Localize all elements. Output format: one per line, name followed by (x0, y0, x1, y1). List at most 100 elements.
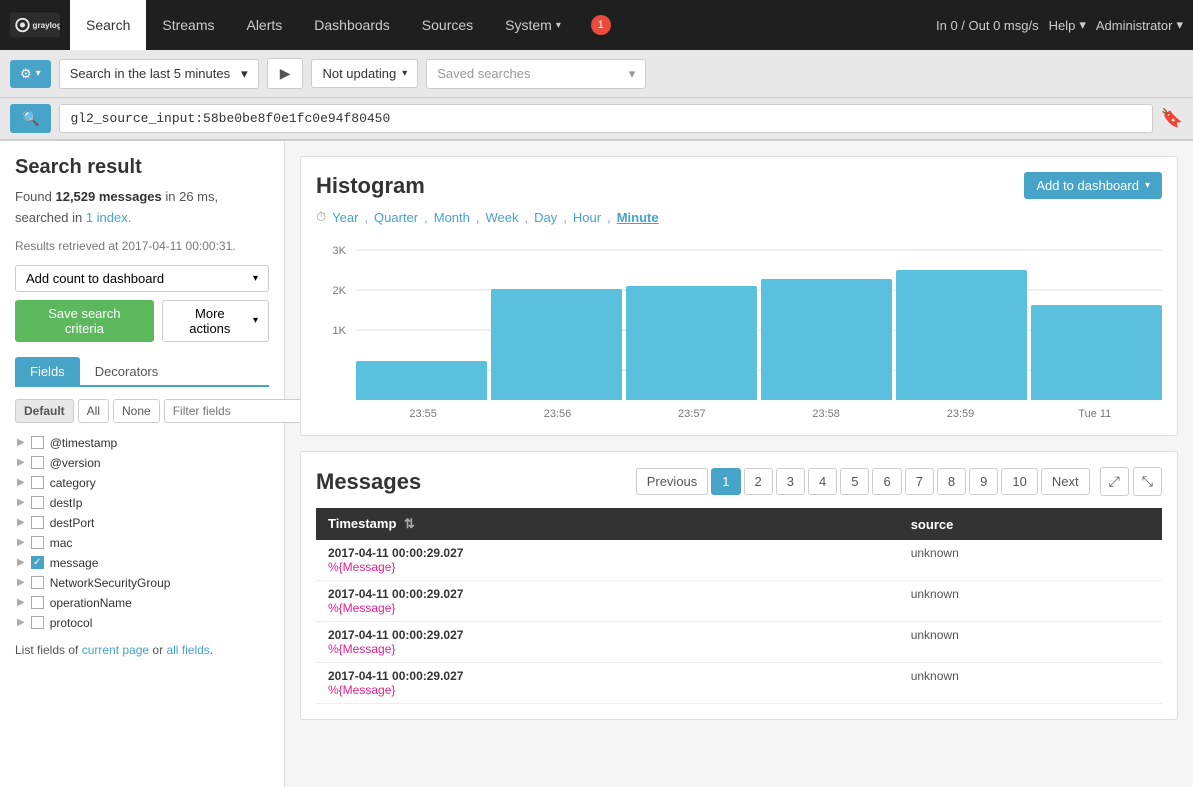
page-button[interactable]: 8 (937, 468, 966, 495)
field-expand-icon[interactable]: ▶ (17, 477, 25, 488)
page-button[interactable]: 5 (840, 468, 869, 495)
page-button[interactable]: 4 (808, 468, 837, 495)
field-expand-icon[interactable]: ▶ (17, 617, 25, 628)
expand-buttons: ⤢ ⤡ (1100, 467, 1162, 496)
field-checkbox[interactable] (31, 596, 44, 609)
message-count: 12,529 messages (55, 189, 161, 204)
svg-text:3K: 3K (333, 245, 347, 257)
field-checkbox[interactable] (31, 616, 44, 629)
field-expand-icon[interactable]: ▶ (17, 457, 25, 468)
nav-system[interactable]: System ▾ (489, 0, 577, 50)
saved-searches-caret-icon: ▾ (629, 66, 636, 82)
nav-dashboards[interactable]: Dashboards (298, 0, 406, 50)
message-link[interactable]: %{Message} (328, 683, 395, 697)
page-button[interactable]: 1 (711, 468, 740, 495)
field-checkbox[interactable]: ✓ (31, 556, 44, 569)
field-expand-icon[interactable]: ▶ (17, 437, 25, 448)
field-name: NetworkSecurityGroup (50, 576, 171, 590)
time-link-day[interactable]: Day (534, 210, 557, 225)
histogram-bar[interactable] (1031, 305, 1162, 400)
filter-all-button[interactable]: All (78, 399, 109, 423)
field-checkbox[interactable] (31, 456, 44, 469)
more-actions-button[interactable]: More actions ▾ (162, 300, 269, 342)
message-link[interactable]: %{Message} (328, 560, 395, 574)
saved-searches-dropdown[interactable]: Saved searches ▾ (426, 59, 646, 89)
add-to-dashboard-button[interactable]: Add to dashboard ▾ (1024, 172, 1162, 199)
histogram-bar[interactable] (761, 279, 892, 400)
page-button[interactable]: 7 (905, 468, 934, 495)
system-caret-icon: ▾ (556, 20, 561, 31)
histogram-bar[interactable] (356, 361, 487, 400)
help-link[interactable]: Help ▾ (1049, 17, 1086, 33)
search-button[interactable]: 🔍 (10, 104, 51, 133)
tab-decorators[interactable]: Decorators (80, 357, 174, 385)
page-button[interactable]: 6 (872, 468, 901, 495)
field-checkbox[interactable] (31, 436, 44, 449)
field-name: @timestamp (50, 436, 118, 450)
nav-streams[interactable]: Streams (146, 0, 230, 50)
time-link-week[interactable]: Week (486, 210, 519, 225)
message-link[interactable]: %{Message} (328, 601, 395, 615)
histogram-chart: 3K 2K 1K 23:5523:5623:5723:5823:59Tue 11 (316, 240, 1162, 420)
query-input[interactable] (59, 104, 1152, 133)
clock-icon: ⚙ (20, 66, 32, 82)
nav-alerts[interactable]: Alerts (230, 0, 298, 50)
time-link-quarter[interactable]: Quarter (374, 210, 418, 225)
field-expand-icon[interactable]: ▶ (17, 557, 25, 568)
all-fields-link[interactable]: all fields (166, 643, 209, 657)
search-toolbar: ⚙ ▾ Search in the last 5 minutes ▾ ▶ Not… (0, 50, 1193, 98)
list-item: ▶ category (15, 473, 269, 493)
tab-fields[interactable]: Fields (15, 357, 80, 385)
bookmark-button[interactable]: 🔖 (1161, 108, 1183, 129)
play-button[interactable]: ▶ (267, 58, 304, 89)
page-button[interactable]: 2 (744, 468, 773, 495)
bar-label: 23:55 (356, 408, 490, 420)
field-checkbox[interactable] (31, 476, 44, 489)
page-button[interactable]: 3 (776, 468, 805, 495)
table-row: 2017-04-11 00:00:29.027 %{Message} unkno… (316, 540, 1162, 581)
admin-link[interactable]: Administrator ▾ (1096, 17, 1183, 33)
time-link-minute[interactable]: Minute (617, 210, 659, 225)
timestamp-cell: 2017-04-11 00:00:29.027 %{Message} (316, 622, 899, 663)
histogram-bar[interactable] (491, 289, 622, 400)
next-page-button[interactable]: Next (1041, 468, 1090, 495)
histogram-bar[interactable] (896, 270, 1027, 400)
field-expand-icon[interactable]: ▶ (17, 597, 25, 608)
prev-page-button[interactable]: Previous (636, 468, 709, 495)
list-item: ▶ mac (15, 533, 269, 553)
page-button[interactable]: 10 (1001, 468, 1037, 495)
field-checkbox[interactable] (31, 516, 44, 529)
time-link-year[interactable]: Year (332, 210, 358, 225)
index-link[interactable]: 1 index. (86, 210, 132, 225)
field-checkbox[interactable] (31, 576, 44, 589)
field-expand-icon[interactable]: ▶ (17, 577, 25, 588)
field-expand-icon[interactable]: ▶ (17, 517, 25, 528)
time-link-hour[interactable]: Hour (573, 210, 601, 225)
field-checkbox[interactable] (31, 536, 44, 549)
histogram-clock-icon: ⏱ (316, 209, 326, 225)
page-button[interactable]: 9 (969, 468, 998, 495)
field-checkbox[interactable] (31, 496, 44, 509)
histogram-bar[interactable] (626, 286, 757, 400)
field-name: destIp (50, 496, 83, 510)
field-expand-icon[interactable]: ▶ (17, 497, 25, 508)
message-link[interactable]: %{Message} (328, 642, 395, 656)
messages-header: Messages Previous12345678910Next ⤢ ⤡ (316, 467, 1162, 496)
time-range-select[interactable]: Search in the last 5 minutes ▾ (59, 59, 259, 89)
filter-default-button[interactable]: Default (15, 399, 74, 423)
save-search-button[interactable]: Save search criteria (15, 300, 154, 342)
histogram-time-links: ⏱ Year, Quarter, Month, Week, Day, Hour,… (316, 209, 1162, 225)
add-count-button[interactable]: Add count to dashboard ▾ (15, 265, 269, 292)
time-link-month[interactable]: Month (434, 210, 470, 225)
current-page-link[interactable]: current page (82, 643, 149, 657)
time-range-icon-btn[interactable]: ⚙ ▾ (10, 60, 51, 88)
updating-dropdown[interactable]: Not updating ▾ (311, 59, 418, 88)
source-cell: unknown (899, 622, 1162, 663)
filter-none-button[interactable]: None (113, 399, 160, 423)
collapse-button[interactable]: ⤡ (1133, 467, 1162, 496)
expand-button[interactable]: ⤢ (1100, 467, 1129, 496)
field-expand-icon[interactable]: ▶ (17, 537, 25, 548)
alert-badge: 1 (591, 15, 611, 35)
nav-search[interactable]: Search (70, 0, 146, 50)
nav-sources[interactable]: Sources (406, 0, 489, 50)
